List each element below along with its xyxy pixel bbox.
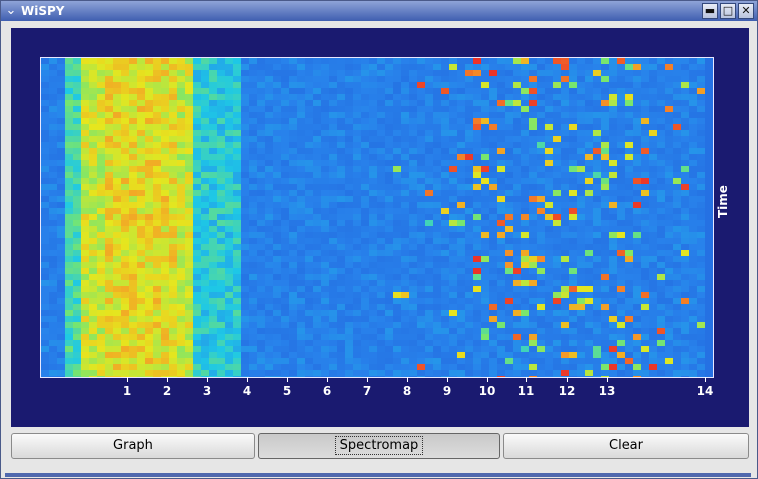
x-tick-label-13: 13 (598, 384, 616, 398)
x-tick-mark-13 (607, 377, 608, 382)
heatmap-svg (41, 58, 713, 377)
spectromap-panel: 1 2 3 4 5 6 7 8 9 10 11 12 13 14 Time (11, 28, 749, 427)
x-tick-label-6: 6 (322, 384, 332, 398)
x-tick-mark-9 (447, 377, 448, 382)
x-tick-label-12: 12 (558, 384, 576, 398)
x-tick-mark-1 (127, 377, 128, 382)
x-tick-mark-5 (287, 377, 288, 382)
x-tick-mark-7 (367, 377, 368, 382)
x-tick-label-1: 1 (122, 384, 132, 398)
x-tick-label-14: 14 (696, 384, 714, 398)
x-tick-mark-12 (567, 377, 568, 382)
x-tick-mark-6 (327, 377, 328, 382)
x-tick-label-8: 8 (402, 384, 412, 398)
x-tick-mark-10 (487, 377, 488, 382)
x-tick-mark-2 (167, 377, 168, 382)
spectromap-button-label: Spectromap (334, 436, 424, 455)
graph-button[interactable]: Graph (11, 433, 255, 459)
x-tick-label-11: 11 (517, 384, 535, 398)
window-menu-icon[interactable]: ⌄ (3, 3, 19, 19)
title-bar[interactable]: ⌄ WiSPY ▬ □ ✕ (1, 1, 757, 21)
x-tick-label-4: 4 (242, 384, 252, 398)
spectromap-heatmap (40, 57, 714, 378)
x-tick-label-5: 5 (282, 384, 292, 398)
y-axis-label: Time (716, 185, 730, 218)
window-bottom-border (5, 473, 751, 477)
spectromap-button[interactable]: Spectromap (258, 433, 500, 459)
x-tick-mark-14 (705, 377, 706, 382)
x-tick-label-3: 3 (202, 384, 212, 398)
x-tick-mark-11 (526, 377, 527, 382)
x-tick-mark-3 (207, 377, 208, 382)
maximize-button[interactable]: □ (720, 3, 736, 19)
x-tick-label-7: 7 (362, 384, 372, 398)
minimize-button[interactable]: ▬ (702, 3, 718, 19)
wispy-window: ⌄ WiSPY ▬ □ ✕ 1 2 3 4 5 6 7 8 9 10 11 12 13 14 Time G… (0, 0, 758, 479)
window-title: WiSPY (21, 4, 65, 18)
x-tick-label-10: 10 (478, 384, 496, 398)
close-button[interactable]: ✕ (738, 3, 754, 19)
x-tick-mark-8 (407, 377, 408, 382)
x-tick-label-2: 2 (162, 384, 172, 398)
x-tick-label-9: 9 (442, 384, 452, 398)
clear-button[interactable]: Clear (503, 433, 749, 459)
x-tick-mark-4 (247, 377, 248, 382)
